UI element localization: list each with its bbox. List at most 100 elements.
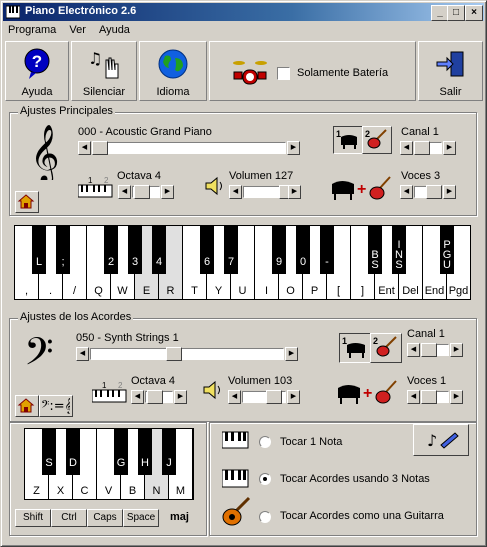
chord-white-key-label: M: [175, 485, 186, 497]
svg-text:+: +: [357, 181, 366, 198]
main-guitar-mode-button[interactable]: 2: [362, 126, 392, 154]
chord-notes-button[interactable]: ♪: [413, 424, 469, 456]
chord-channel-slider[interactable]: ◀ ▶: [407, 343, 463, 357]
caps-key-button[interactable]: Caps: [87, 509, 123, 527]
one-note-radio[interactable]: [259, 436, 271, 448]
chord-black-key-label: D: [69, 457, 77, 469]
menu-ver[interactable]: Ver: [64, 22, 91, 38]
main-black-key-label: ;: [61, 256, 65, 268]
main-white-key-label: E: [142, 285, 151, 297]
maximize-button[interactable]: □: [447, 5, 465, 21]
window-title: Piano Electrónico 2.6: [25, 5, 137, 17]
svg-text:♪: ♪: [427, 431, 437, 450]
main-black-key[interactable]: 6: [200, 226, 214, 274]
chord-black-key[interactable]: H: [138, 429, 152, 475]
close-button[interactable]: ×: [465, 5, 483, 21]
main-white-key-label: Ent: [378, 285, 395, 297]
chord-black-key[interactable]: G: [114, 429, 128, 475]
octave-keyboard-icon: 12: [92, 381, 127, 403]
main-white-key-label: Q: [94, 285, 103, 297]
svg-text:𝄢:=𝄞: 𝄢:=𝄞: [41, 399, 70, 414]
treble-clef-icon: 𝄞: [30, 124, 58, 180]
guitar-label: Tocar Acordes como una Guitarra: [280, 510, 444, 522]
chord-white-key-label: X: [56, 485, 65, 497]
help-button[interactable]: ? Ayuda: [5, 41, 69, 101]
main-black-key-label: L: [35, 256, 43, 268]
exit-button[interactable]: Salir: [418, 41, 483, 101]
title-bar[interactable]: Piano Electrónico 2.6 _ □ ×: [3, 3, 484, 21]
main-black-key-label: -: [325, 256, 329, 268]
main-piano-mode-button[interactable]: 1: [333, 126, 363, 154]
main-white-key-label: U: [238, 285, 247, 297]
chord-black-key[interactable]: D: [66, 429, 80, 475]
svg-text:1: 1: [336, 129, 341, 139]
main-black-key[interactable]: -: [320, 226, 334, 274]
chord-home-button[interactable]: [15, 395, 39, 417]
menu-ayuda[interactable]: Ayuda: [94, 22, 135, 38]
menu-programa[interactable]: Programa: [3, 22, 61, 38]
drums-panel: Solamente Batería: [209, 41, 416, 101]
three-notes-radio[interactable]: [259, 473, 271, 485]
main-black-key[interactable]: L: [32, 226, 46, 274]
main-white-key-label: ,: [24, 285, 29, 297]
language-label: Idioma: [156, 86, 190, 98]
chord-piano-mode-button[interactable]: 1: [339, 333, 371, 363]
chord-instrument-slider[interactable]: ◀ ▶: [76, 347, 298, 361]
app-piano-icon: [6, 5, 20, 19]
svg-text:1: 1: [342, 336, 347, 346]
mute-button[interactable]: ♫ Silenciar: [71, 41, 137, 101]
main-home-button[interactable]: [15, 191, 39, 213]
main-black-key-label: 7: [227, 256, 235, 268]
chord-octave-label: Octava 4: [131, 375, 176, 387]
language-button[interactable]: Idioma: [139, 41, 207, 101]
guitar-radio[interactable]: [259, 511, 271, 523]
chord-volume-slider[interactable]: ◀ ▶: [228, 390, 300, 404]
home-icon: [17, 194, 35, 209]
svg-text:+: +: [363, 385, 372, 402]
main-volume-slider[interactable]: ◀ ▶: [229, 185, 301, 199]
svg-text:2: 2: [365, 129, 370, 139]
chord-guitar-mode-button[interactable]: 2: [370, 333, 402, 363]
space-key-button[interactable]: Space: [123, 509, 159, 527]
guitar-icon: 2: [373, 336, 397, 357]
main-white-key-label: Y: [214, 285, 223, 297]
main-channel-slider[interactable]: ◀ ▶: [400, 141, 456, 155]
chord-volume-label: Volumen 103: [228, 375, 293, 387]
drum-kit-icon: [233, 61, 267, 85]
chord-voices-slider[interactable]: ◀ ▶: [407, 390, 463, 404]
chord-black-key-label: G: [116, 457, 126, 469]
main-black-key[interactable]: 0: [296, 226, 310, 274]
main-white-key-label: End: [424, 285, 445, 297]
main-black-key[interactable]: INS: [392, 226, 406, 274]
main-instrument-label: 000 - Acoustic Grand Piano: [78, 126, 212, 138]
main-black-key[interactable]: 4: [152, 226, 166, 274]
main-black-key[interactable]: 2: [104, 226, 118, 274]
main-voices-slider[interactable]: ◀ ▶: [400, 185, 456, 199]
chord-octave-slider[interactable]: ◀ ▶: [131, 390, 187, 404]
chord-black-key[interactable]: S: [42, 429, 56, 475]
main-black-key[interactable]: BS: [368, 226, 382, 274]
main-black-key[interactable]: 7: [224, 226, 238, 274]
main-black-key[interactable]: 3: [128, 226, 142, 274]
main-black-key[interactable]: PGU: [440, 226, 454, 274]
speaker-icon: [205, 176, 222, 196]
main-black-key-label: INS: [395, 239, 403, 271]
main-black-key[interactable]: ;: [56, 226, 70, 274]
octave-keyboard-icon: 12: [78, 176, 113, 198]
main-black-key[interactable]: 9: [272, 226, 286, 274]
chord-black-key[interactable]: J: [162, 429, 176, 475]
shift-key-button[interactable]: Shift: [15, 509, 51, 527]
chord-settings-title: Ajustes de los Acordes: [18, 311, 134, 323]
home-icon: [17, 398, 35, 413]
main-instrument-slider[interactable]: ◀ ▶: [78, 141, 300, 155]
svg-text:1: 1: [102, 381, 107, 390]
grand-piano-icon: 1: [336, 129, 357, 149]
svg-text:𝄞: 𝄞: [30, 124, 58, 180]
keyboard-one-note-icon: [222, 431, 249, 449]
ctrl-key-button[interactable]: Ctrl: [51, 509, 87, 527]
main-white-key-label: [: [336, 285, 341, 297]
drums-only-checkbox[interactable]: [277, 67, 290, 80]
chord-piano-keyboard: Z X C V B N M S D G H J: [24, 428, 194, 500]
clef-to-treble-button[interactable]: 𝄢:=𝄞: [39, 395, 73, 417]
main-octave-slider[interactable]: ◀ ▶: [118, 185, 174, 199]
